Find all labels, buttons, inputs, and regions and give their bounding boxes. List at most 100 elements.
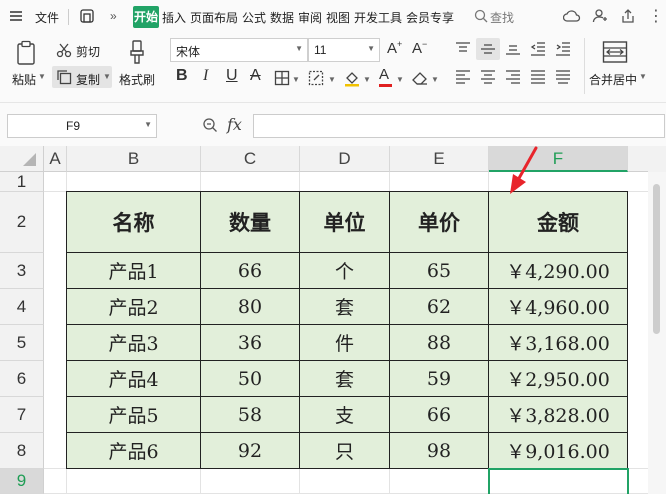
search-label[interactable]: 查找 bbox=[490, 9, 514, 26]
table-cell[interactable]: ￥3,168.00 bbox=[489, 325, 628, 361]
table-cell[interactable]: ￥4,960.00 bbox=[489, 289, 628, 325]
table-cell[interactable]: 62 bbox=[390, 289, 489, 325]
select-all-corner[interactable] bbox=[0, 146, 44, 172]
tab-view[interactable]: 视图 bbox=[326, 9, 350, 26]
column-header-b[interactable]: B bbox=[67, 146, 201, 172]
table-cell[interactable]: 产品1 bbox=[67, 253, 201, 289]
tab-home[interactable]: 开始 bbox=[133, 6, 159, 28]
table-cell[interactable]: 58 bbox=[201, 397, 300, 433]
merge-center-icon[interactable] bbox=[602, 40, 628, 67]
fill-color-dropdown-icon[interactable]: ▼ bbox=[363, 75, 371, 84]
scissors-icon[interactable] bbox=[56, 42, 72, 61]
row-header-7[interactable]: 7 bbox=[0, 397, 44, 433]
home-icon[interactable] bbox=[79, 8, 95, 27]
table-header-cell[interactable]: 单位 bbox=[300, 192, 390, 253]
row-header-2[interactable]: 2 bbox=[0, 192, 44, 253]
menu-more-chevron-icon[interactable]: » bbox=[110, 9, 117, 23]
increase-indent-icon[interactable] bbox=[555, 42, 571, 59]
strikethrough-icon[interactable]: A bbox=[250, 67, 261, 85]
align-center-icon[interactable] bbox=[480, 70, 496, 87]
table-cell[interactable]: 产品4 bbox=[67, 361, 201, 397]
italic-icon[interactable]: I bbox=[203, 67, 208, 85]
eraser-icon[interactable] bbox=[411, 70, 429, 89]
decrease-font-icon[interactable]: A− bbox=[412, 39, 427, 57]
column-header-e[interactable]: E bbox=[390, 146, 489, 172]
row-header-6[interactable]: 6 bbox=[0, 361, 44, 397]
tab-formulas[interactable]: 公式 bbox=[242, 9, 266, 26]
font-color-icon[interactable]: A bbox=[379, 67, 392, 87]
table-cell[interactable]: 80 bbox=[201, 289, 300, 325]
table-cell[interactable]: 66 bbox=[390, 397, 489, 433]
table-cell[interactable]: 66 bbox=[201, 253, 300, 289]
align-top-icon[interactable] bbox=[455, 42, 471, 59]
paste-icon[interactable] bbox=[15, 40, 39, 69]
underline-icon[interactable]: U bbox=[226, 67, 238, 85]
table-cell[interactable]: 92 bbox=[201, 433, 300, 469]
eraser-dropdown-icon[interactable]: ▼ bbox=[431, 75, 439, 84]
vertical-scrollbar[interactable] bbox=[648, 172, 666, 494]
zoom-search-icon[interactable] bbox=[202, 117, 218, 136]
fill-color-icon[interactable] bbox=[343, 69, 361, 90]
paste-label[interactable]: 粘贴 bbox=[12, 71, 36, 88]
hamburger-menu-icon[interactable] bbox=[9, 9, 23, 26]
increase-font-icon[interactable]: A+ bbox=[387, 39, 402, 57]
format-painter-icon[interactable] bbox=[127, 40, 147, 69]
table-header-cell[interactable]: 数量 bbox=[201, 192, 300, 253]
decrease-indent-icon[interactable] bbox=[530, 42, 546, 59]
chevron-down-icon[interactable]: ▼ bbox=[144, 120, 152, 129]
tab-insert[interactable]: 插入 bbox=[162, 9, 186, 26]
cell-style-dropdown-icon[interactable]: ▼ bbox=[328, 75, 336, 84]
table-cell[interactable]: 产品2 bbox=[67, 289, 201, 325]
borders-dropdown-icon[interactable]: ▼ bbox=[292, 75, 300, 84]
table-cell[interactable]: 50 bbox=[201, 361, 300, 397]
bold-icon[interactable]: B bbox=[176, 67, 188, 85]
formula-input[interactable] bbox=[253, 114, 665, 138]
align-bottom-icon[interactable] bbox=[505, 42, 521, 59]
table-cell[interactable]: 59 bbox=[390, 361, 489, 397]
table-header-cell[interactable]: 名称 bbox=[67, 192, 201, 253]
menu-file[interactable]: 文件 bbox=[35, 9, 59, 26]
table-cell[interactable]: 产品5 bbox=[67, 397, 201, 433]
table-cell[interactable]: 件 bbox=[300, 325, 390, 361]
row-header-1[interactable]: 1 bbox=[0, 172, 44, 192]
table-cell[interactable]: 98 bbox=[390, 433, 489, 469]
table-cell[interactable]: ￥3,828.00 bbox=[489, 397, 628, 433]
row-header-5[interactable]: 5 bbox=[0, 325, 44, 361]
tab-review[interactable]: 审阅 bbox=[298, 9, 322, 26]
table-cell[interactable]: 65 bbox=[390, 253, 489, 289]
table-cell[interactable]: ￥9,016.00 bbox=[489, 433, 628, 469]
table-cell[interactable]: 36 bbox=[201, 325, 300, 361]
merge-dropdown-icon[interactable]: ▼ bbox=[639, 72, 647, 81]
selected-cell-f9[interactable] bbox=[488, 468, 629, 494]
tab-member[interactable]: 会员专享 bbox=[406, 9, 454, 26]
distributed-icon[interactable] bbox=[555, 70, 571, 87]
cut-button[interactable]: 剪切 bbox=[76, 43, 100, 60]
more-icon[interactable]: ⋮ bbox=[648, 6, 664, 26]
table-cell[interactable]: 套 bbox=[300, 289, 390, 325]
user-icon[interactable] bbox=[592, 8, 608, 27]
fx-icon[interactable]: fx bbox=[227, 115, 242, 134]
row-header-9[interactable]: 9 bbox=[0, 469, 44, 494]
cell-style-icon[interactable] bbox=[308, 70, 326, 89]
table-header-cell[interactable]: 单价 bbox=[390, 192, 489, 253]
tab-data[interactable]: 数据 bbox=[270, 9, 294, 26]
copy-dropdown-icon[interactable]: ▼ bbox=[103, 72, 111, 81]
table-cell[interactable]: 只 bbox=[300, 433, 390, 469]
format-painter-label[interactable]: 格式刷 bbox=[119, 71, 155, 88]
justify-icon[interactable] bbox=[530, 70, 546, 87]
align-right-icon[interactable] bbox=[505, 70, 521, 87]
merge-center-label[interactable]: 合并居中 bbox=[589, 71, 637, 88]
borders-icon[interactable] bbox=[274, 70, 290, 89]
table-cell[interactable]: 88 bbox=[390, 325, 489, 361]
align-left-icon[interactable] bbox=[455, 70, 471, 87]
table-cell[interactable]: ￥4,290.00 bbox=[489, 253, 628, 289]
row-header-8[interactable]: 8 bbox=[0, 433, 44, 469]
table-cell[interactable]: 个 bbox=[300, 253, 390, 289]
paste-dropdown-icon[interactable]: ▼ bbox=[38, 72, 46, 81]
column-header-a[interactable]: A bbox=[44, 146, 67, 172]
name-box[interactable]: F9 ▼ bbox=[7, 114, 157, 138]
row-header-4[interactable]: 4 bbox=[0, 289, 44, 325]
column-header-d[interactable]: D bbox=[300, 146, 390, 172]
font-size-select[interactable]: 11 ▼ bbox=[308, 38, 380, 62]
table-cell[interactable]: 产品6 bbox=[67, 433, 201, 469]
